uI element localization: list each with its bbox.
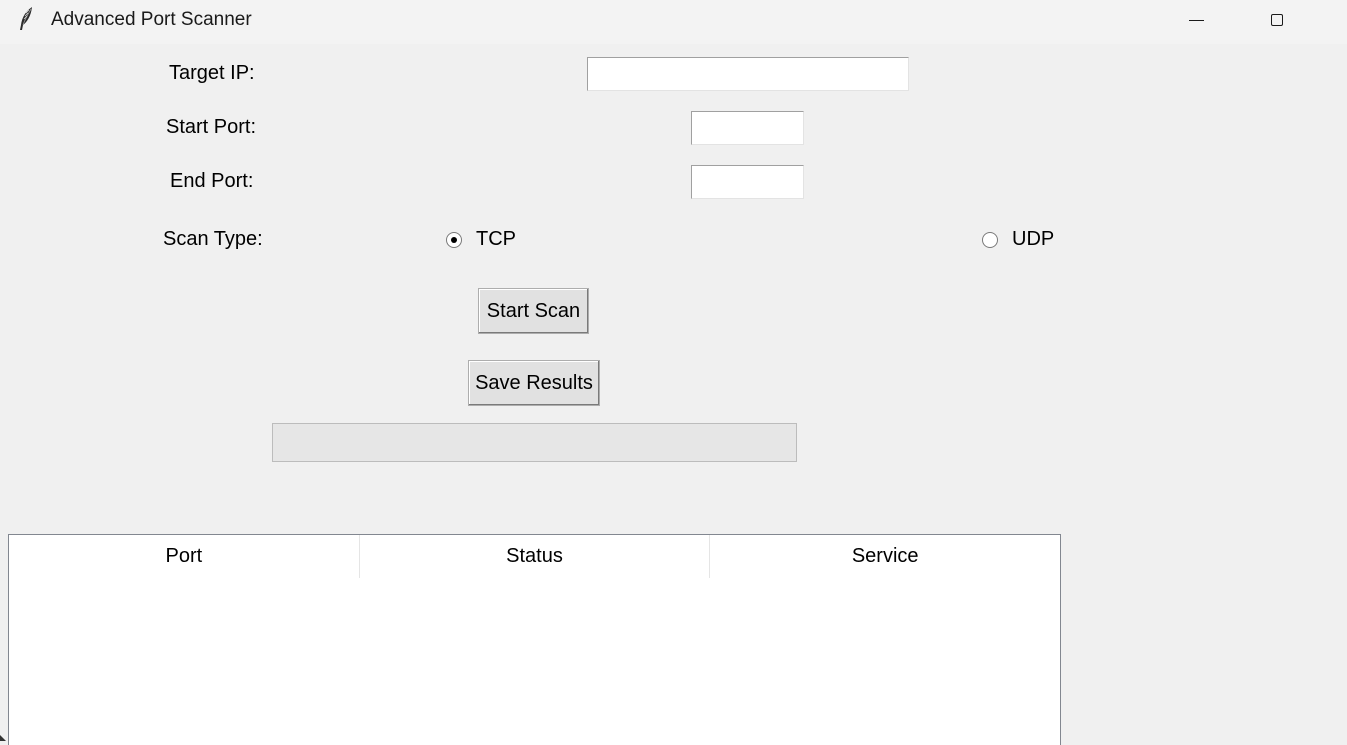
column-header-status[interactable]: Status (359, 535, 711, 578)
start-scan-button[interactable]: Start Scan (478, 288, 589, 334)
column-header-service[interactable]: Service (710, 535, 1061, 578)
tcp-radio[interactable]: TCP (446, 228, 516, 251)
results-table-header: Port Status Service (9, 535, 1061, 578)
target-ip-label: Target IP: (169, 62, 255, 84)
radio-selected-indicator (446, 231, 462, 248)
start-port-input[interactable] (691, 111, 804, 145)
minimize-button[interactable] (1166, 0, 1226, 40)
start-port-label: Start Port: (166, 116, 257, 138)
scan-type-label: Scan Type: (163, 228, 263, 250)
window-title: Advanced Port Scanner (51, 9, 252, 30)
results-table[interactable]: Port Status Service (8, 534, 1061, 745)
app-window: Advanced Port Scanner Target IP: Start P… (0, 0, 1347, 745)
maximize-button[interactable] (1247, 0, 1307, 40)
tcp-radio-label: TCP (476, 228, 516, 250)
udp-radio[interactable]: UDP (982, 228, 1054, 251)
feather-icon (20, 7, 32, 30)
column-header-port[interactable]: Port (9, 535, 360, 578)
radio-unselected-indicator (982, 231, 998, 248)
maximize-icon (1271, 14, 1283, 26)
title-bar[interactable]: Advanced Port Scanner (0, 0, 1347, 44)
save-results-button[interactable]: Save Results (468, 360, 600, 406)
udp-radio-label: UDP (1012, 228, 1055, 250)
resize-grip[interactable] (0, 735, 6, 741)
minimize-icon (1188, 19, 1204, 21)
end-port-label: End Port: (170, 170, 254, 192)
scan-progress-bar (272, 423, 797, 462)
target-ip-input[interactable] (587, 57, 909, 91)
end-port-input[interactable] (691, 165, 804, 199)
